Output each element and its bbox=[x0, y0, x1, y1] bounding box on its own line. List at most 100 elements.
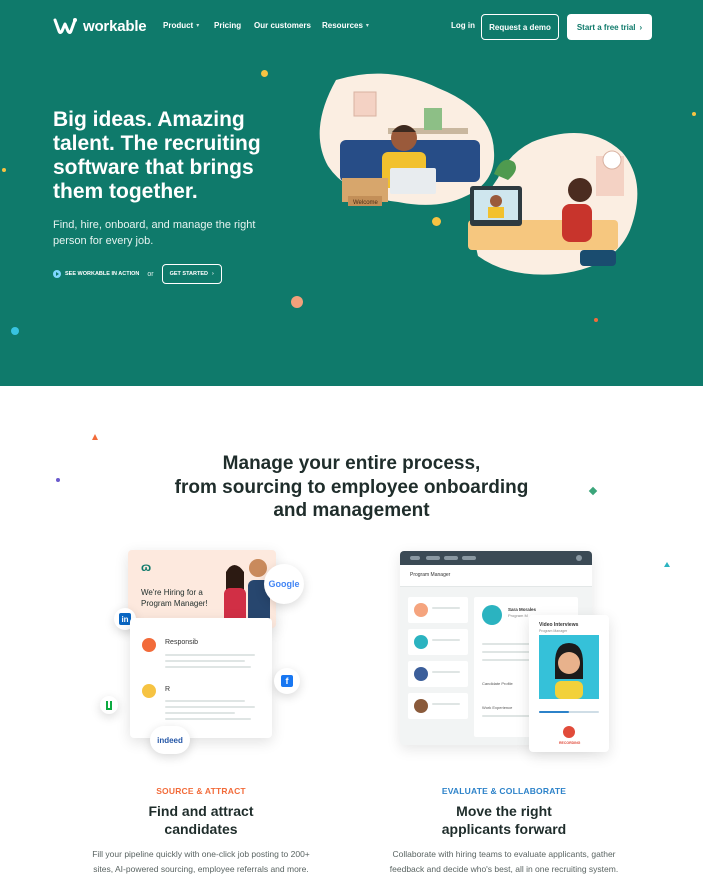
source-attract-column: SOURCE & ATTRACT Find and attract candid… bbox=[56, 786, 346, 877]
workable-logo-icon bbox=[53, 18, 77, 34]
get-started-button[interactable]: GET STARTED › bbox=[161, 264, 222, 284]
get-started-label: GET STARTED bbox=[169, 271, 208, 277]
decor-dot bbox=[11, 327, 19, 335]
request-demo-button[interactable]: Request a demo bbox=[481, 14, 559, 40]
facebook-badge: f bbox=[274, 668, 300, 694]
candidate-name: Sara Morales bbox=[508, 607, 537, 612]
nav-product[interactable]: Product ▾ bbox=[163, 21, 199, 30]
evaluate-desc-line-2: feedback and decide who's best, all in o… bbox=[389, 864, 619, 874]
responsibilities-label: Responsib bbox=[165, 639, 199, 646]
chevron-down-icon: ▾ bbox=[365, 23, 369, 29]
list-item[interactable] bbox=[408, 597, 468, 623]
yellow-bullet bbox=[142, 684, 156, 698]
login-link[interactable]: Log in bbox=[451, 21, 475, 30]
list-item[interactable] bbox=[408, 629, 468, 655]
glassdoor-icon bbox=[106, 700, 112, 710]
window-tab bbox=[410, 556, 420, 560]
decor-dot bbox=[2, 168, 6, 172]
text-line bbox=[482, 715, 532, 717]
candidate-role: Program M bbox=[508, 613, 528, 618]
video-card-title: Video Interviews bbox=[539, 622, 579, 628]
nav-pricing[interactable]: Pricing bbox=[214, 21, 241, 30]
video-frame bbox=[539, 635, 599, 699]
nav-customers[interactable]: Our customers bbox=[254, 21, 311, 30]
nav-product-label: Product bbox=[163, 21, 194, 30]
evaluate-description: Collaborate with hiring teams to evaluat… bbox=[359, 847, 649, 877]
orange-bullet bbox=[142, 638, 156, 652]
text-line bbox=[432, 639, 460, 641]
candidate-profile-label: Candidate Profile bbox=[482, 681, 513, 686]
hero-cta-row: SEE WORKABLE IN ACTION or GET STARTED › bbox=[53, 264, 222, 284]
text-line bbox=[165, 712, 235, 714]
job-detail-card: Responsib R bbox=[130, 618, 272, 738]
decor-dot bbox=[291, 296, 303, 308]
job-post-heading: We're Hiring for a Program Manager! bbox=[141, 587, 208, 609]
source-eyebrow: SOURCE & ATTRACT bbox=[156, 786, 246, 796]
window-header: Program Manager bbox=[400, 565, 592, 587]
decor-triangle bbox=[664, 562, 670, 567]
process-title-line-3: and management bbox=[273, 500, 430, 521]
source-title: Find and attract candidates bbox=[56, 802, 346, 838]
list-item[interactable] bbox=[408, 661, 468, 687]
work-experience-label: Work Experience bbox=[482, 705, 513, 710]
see-in-action-link[interactable]: SEE WORKABLE IN ACTION bbox=[53, 270, 139, 278]
hero-subtitle: Find, hire, onboard, and manage the righ… bbox=[53, 219, 256, 247]
window-tab bbox=[444, 556, 458, 560]
nav-resources[interactable]: Resources ▾ bbox=[322, 21, 369, 30]
requirements-label: R bbox=[165, 686, 171, 693]
text-line bbox=[432, 607, 460, 609]
text-line bbox=[432, 671, 460, 673]
text-line bbox=[165, 660, 245, 662]
free-trial-button[interactable]: Start a free trial › bbox=[567, 14, 652, 40]
evaluate-collaborate-column: EVALUATE & COLLABORATE Move the right ap… bbox=[359, 786, 649, 877]
hero-title: Big ideas. Amazing talent. The recruitin… bbox=[53, 108, 261, 203]
request-demo-label: Request a demo bbox=[489, 22, 551, 32]
process-title: Manage your entire process, from sourcin… bbox=[0, 452, 703, 523]
source-desc-line-1: Fill your pipeline quickly with one-clic… bbox=[92, 849, 310, 859]
chevron-right-icon: › bbox=[639, 22, 643, 32]
video-card-subtitle: Program Manager bbox=[539, 629, 568, 633]
text-line bbox=[165, 700, 245, 702]
window-control-icon bbox=[576, 555, 582, 561]
avatar bbox=[414, 635, 428, 649]
workable-logo[interactable]: workable bbox=[53, 17, 147, 35]
indeed-badge: indeed bbox=[150, 726, 190, 754]
text-line bbox=[165, 718, 251, 720]
workable-small-logo-icon: ɷ bbox=[141, 560, 152, 574]
chevron-right-icon: › bbox=[212, 271, 214, 277]
text-line bbox=[165, 654, 255, 656]
source-title-line-2: candidates bbox=[164, 821, 238, 837]
free-trial-label: Start a free trial bbox=[576, 22, 636, 32]
window-title: Program Manager bbox=[410, 572, 451, 578]
hero-illustration: Welcome bbox=[319, 73, 638, 275]
hero-section: workable Product ▾ Pricing Our customers… bbox=[0, 0, 703, 386]
facebook-icon: f bbox=[281, 675, 293, 687]
decor-dot bbox=[261, 70, 268, 77]
top-navigation: workable Product ▾ Pricing Our customers… bbox=[0, 0, 703, 52]
nav-resources-label: Resources bbox=[322, 21, 363, 30]
google-badge: Google bbox=[264, 564, 304, 604]
text-line bbox=[432, 703, 460, 705]
job-post-heading-line-2: Program Manager! bbox=[141, 599, 208, 608]
chevron-down-icon: ▾ bbox=[196, 23, 200, 29]
process-title-line-1: Manage your entire process, bbox=[222, 453, 481, 474]
list-item[interactable] bbox=[408, 693, 468, 719]
source-description: Fill your pipeline quickly with one-clic… bbox=[56, 847, 346, 877]
google-label: Google bbox=[268, 579, 300, 589]
job-post-heading-line-1: We're Hiring for a bbox=[141, 588, 203, 597]
record-icon[interactable] bbox=[563, 726, 575, 738]
job-post-card: ɷ We're Hiring for a Program Manager! bbox=[128, 550, 276, 628]
source-title-line-1: Find and attract bbox=[148, 803, 254, 819]
evaluate-illustration: Program Manager Sara Morales Program M C… bbox=[400, 551, 612, 756]
evaluate-title-line-2: applicants forward bbox=[441, 821, 567, 837]
candidate-list bbox=[408, 597, 468, 719]
play-icon bbox=[53, 270, 61, 278]
evaluate-title: Move the right applicants forward bbox=[359, 802, 649, 838]
nav-pricing-label: Pricing bbox=[214, 21, 242, 30]
process-title-line-2: from sourcing to employee onboarding bbox=[174, 476, 529, 498]
see-in-action-label: SEE WORKABLE IN ACTION bbox=[65, 271, 140, 277]
avatar bbox=[414, 667, 428, 681]
nav-customers-label: Our customers bbox=[254, 21, 311, 30]
text-line bbox=[482, 651, 532, 653]
candidate-video-portrait bbox=[555, 643, 583, 699]
